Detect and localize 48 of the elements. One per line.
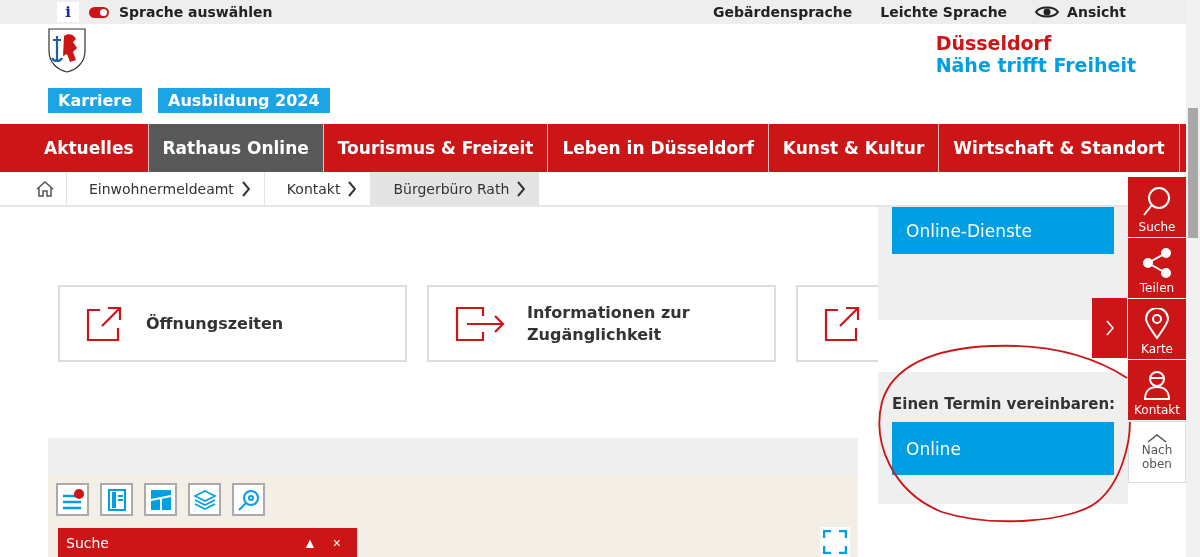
chevron-right-icon xyxy=(348,180,357,197)
collapse-button[interactable]: ▲ xyxy=(294,534,325,551)
close-button[interactable]: × xyxy=(324,534,349,551)
share-icon xyxy=(1142,247,1172,279)
map-pin-icon xyxy=(1142,308,1172,340)
fullscreen-button[interactable] xyxy=(820,527,850,557)
fullscreen-icon xyxy=(823,530,847,554)
home-icon xyxy=(36,180,54,197)
side-tool-button[interactable]: Karte xyxy=(1128,299,1186,359)
caret-up-icon xyxy=(1147,433,1167,443)
map-tool-button[interactable] xyxy=(144,483,177,516)
breadcrumb-link[interactable]: Bürgerbüro Rath xyxy=(370,172,540,205)
location-search-icon xyxy=(236,487,261,512)
map-placeholder[interactable]: Suche ▲ × xyxy=(48,475,858,557)
top-link[interactable]: Gebärdensprache xyxy=(713,4,853,20)
nav-tab[interactable]: Rathaus Online xyxy=(148,124,324,172)
map-tool-button[interactable] xyxy=(188,483,221,516)
map-tool-button[interactable] xyxy=(100,483,133,516)
appointment-heading: Einen Termin vereinbaren: xyxy=(892,395,1114,413)
top-link[interactable]: Ansicht xyxy=(1035,4,1126,20)
side-tool-button[interactable]: Kontakt xyxy=(1128,360,1186,420)
search-icon xyxy=(1142,186,1172,218)
top-link[interactable]: Leichte Sprache xyxy=(880,4,1008,20)
online-button[interactable]: Online xyxy=(892,422,1114,475)
floor-plan-icon xyxy=(148,487,173,512)
layers-icon xyxy=(192,487,217,512)
person-icon xyxy=(1142,369,1172,401)
coat-of-arms-logo[interactable] xyxy=(48,28,86,73)
chevron-right-icon xyxy=(241,180,250,197)
list-icon xyxy=(60,487,85,512)
online-services-button[interactable]: Online-Dienste xyxy=(892,207,1114,254)
language-label: Sprache auswählen xyxy=(119,4,273,20)
chevron-right-icon xyxy=(1105,320,1114,336)
chevron-right-icon xyxy=(517,180,526,197)
map-tool-button[interactable] xyxy=(232,483,265,516)
scrollbar[interactable] xyxy=(1186,0,1200,557)
map-tool-button[interactable] xyxy=(56,483,89,516)
link-card[interactable]: Öffnungszeiten xyxy=(58,285,407,362)
info-button[interactable]: i xyxy=(57,2,79,22)
back-to-top-button[interactable]: Nach oben xyxy=(1128,421,1186,483)
panel-title: Suche xyxy=(66,534,110,551)
side-tool-button[interactable]: Teilen xyxy=(1128,238,1186,298)
link-card[interactable]: Informationen zur Zugänglichkeit xyxy=(427,285,776,362)
side-tool-button[interactable]: Suche xyxy=(1128,177,1186,237)
language-toggle[interactable] xyxy=(89,6,109,18)
expand-button[interactable] xyxy=(1092,298,1128,358)
brand-logo[interactable]: Düsseldorf Nähe trifft Freiheit xyxy=(935,28,1138,124)
eye-icon xyxy=(1035,5,1060,19)
